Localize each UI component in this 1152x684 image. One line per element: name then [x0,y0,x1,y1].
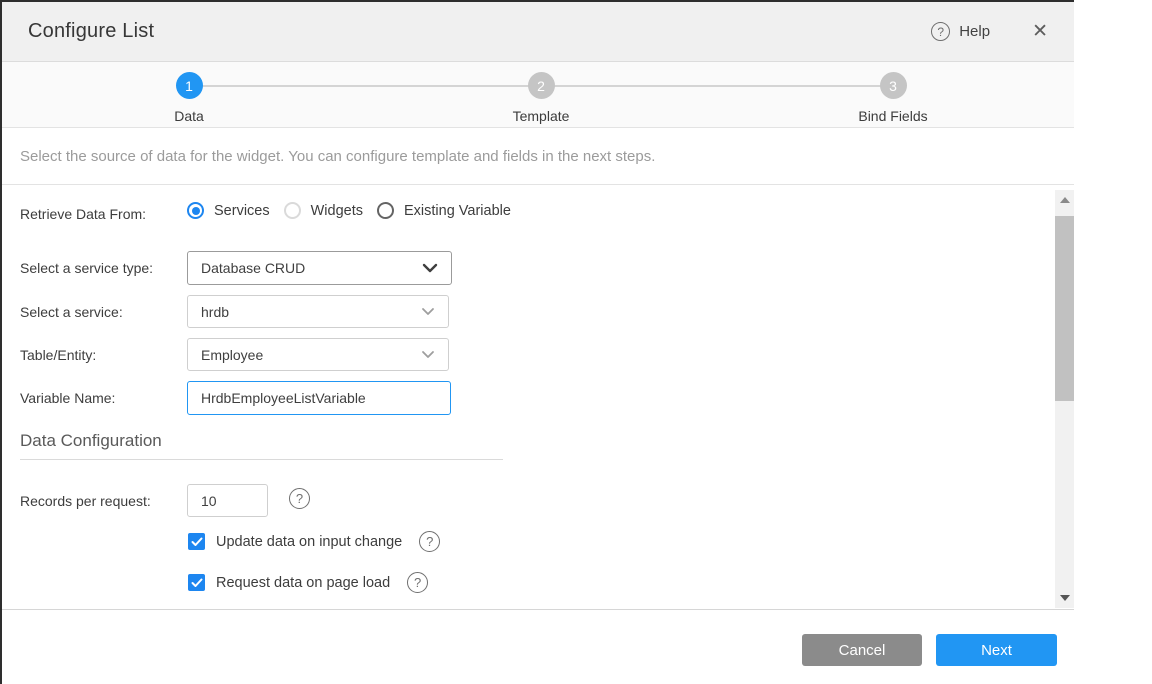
dialog-title: Configure List [28,20,154,43]
service-type-value: Database CRUD [188,260,422,276]
section-divider [20,459,503,460]
update-data-checkbox-row: Update data on input change ? [188,531,440,552]
table-entity-dropdown[interactable]: Employee [187,338,449,371]
request-data-checkbox-row: Request data on page load ? [188,572,428,593]
radio-services[interactable]: Services [187,202,270,219]
step-3-circle: 3 [880,72,907,99]
service-dropdown[interactable]: hrdb [187,295,449,328]
radio-widgets-label: Widgets [311,203,363,219]
service-type-label: Select a service type: [20,260,153,276]
data-configuration-heading: Data Configuration [20,431,162,451]
radio-existing-variable-label: Existing Variable [404,203,511,219]
records-per-request-value: 10 [188,493,267,509]
scrollbar-down-arrow-icon[interactable] [1055,588,1074,608]
update-data-checkbox-label: Update data on input change [216,534,402,550]
variable-name-value: HrdbEmployeeListVariable [188,390,450,406]
service-value: hrdb [188,304,421,320]
description-bar: Select the source of data for the widget… [2,128,1074,185]
wizard-stepper: 1 Data 2 Template 3 Bind Fields [2,62,1074,128]
dialog-header: Configure List ? Help ✕ [2,2,1074,62]
update-data-help-button[interactable]: ? [419,531,440,552]
table-entity-value: Employee [188,347,421,363]
help-question-icon: ? [289,488,310,509]
help-button[interactable]: ? Help [931,22,990,41]
checkbox-checked-icon[interactable] [188,533,205,550]
retrieve-data-label: Retrieve Data From: [20,206,146,222]
next-button[interactable]: Next [936,634,1057,666]
scrollbar-thumb[interactable] [1055,216,1074,401]
records-per-request-label: Records per request: [20,493,151,509]
retrieve-data-radio-group: Services Widgets Existing Variable [187,202,511,219]
vertical-scrollbar[interactable] [1055,190,1074,608]
step-1-circle: 1 [176,72,203,99]
request-data-help-button[interactable]: ? [407,572,428,593]
chevron-down-icon [422,263,438,273]
step-data[interactable]: 1 Data [119,72,259,124]
scrollbar-up-arrow-icon[interactable] [1055,190,1074,210]
configure-list-dialog: Configure List ? Help ✕ 1 Data 2 Templat… [0,0,1074,684]
description-text: Select the source of data for the widget… [20,148,655,165]
records-per-request-input[interactable]: 10 [187,484,268,517]
step-template[interactable]: 2 Template [471,72,611,124]
chevron-down-icon [421,350,435,359]
help-question-icon: ? [407,572,428,593]
help-question-icon: ? [419,531,440,552]
radio-widgets[interactable]: Widgets [284,202,363,219]
variable-name-label: Variable Name: [20,390,115,406]
cancel-button[interactable]: Cancel [802,634,922,666]
radio-existing-variable[interactable]: Existing Variable [377,202,511,219]
radio-unselected-icon [284,202,301,219]
request-data-checkbox-label: Request data on page load [216,575,390,591]
help-label: Help [959,23,990,40]
step-bind-fields[interactable]: 3 Bind Fields [823,72,963,124]
radio-selected-icon [187,202,204,219]
step-2-label: Template [471,108,611,124]
step-3-label: Bind Fields [823,108,963,124]
step-1-label: Data [119,108,259,124]
close-icon[interactable]: ✕ [1032,22,1048,41]
service-label: Select a service: [20,304,123,320]
service-type-dropdown[interactable]: Database CRUD [187,251,452,285]
step-2-circle: 2 [528,72,555,99]
help-question-icon: ? [931,22,950,41]
variable-name-input[interactable]: HrdbEmployeeListVariable [187,381,451,415]
checkbox-checked-icon[interactable] [188,574,205,591]
chevron-down-icon [421,307,435,316]
records-help-button[interactable]: ? [289,488,310,509]
table-entity-label: Table/Entity: [20,347,96,363]
radio-services-label: Services [214,203,270,219]
dialog-footer: Cancel Next [2,610,1074,683]
form-content: Retrieve Data From: Services Widgets Exi… [2,185,1074,610]
radio-unselected-icon [377,202,394,219]
